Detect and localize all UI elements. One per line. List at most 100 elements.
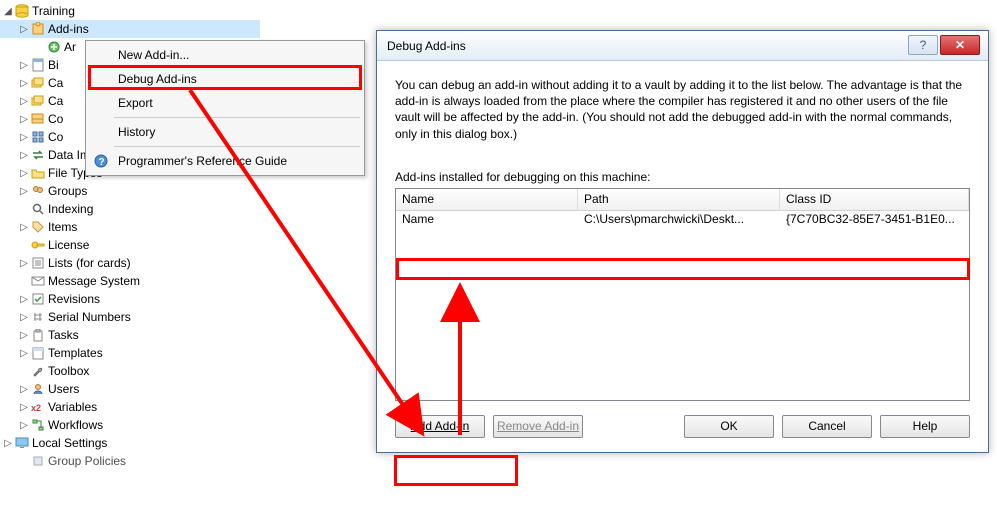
expand-icon[interactable]: ▷ bbox=[18, 222, 30, 233]
tree-item-groups[interactable]: ▷ Groups bbox=[0, 182, 260, 200]
menu-separator bbox=[114, 117, 360, 118]
list-label: Add-ins installed for debugging on this … bbox=[395, 170, 970, 184]
policy-icon bbox=[30, 453, 46, 469]
addins-context-menu: New Add-in... Debug Add-ins Export Histo… bbox=[85, 40, 365, 176]
expand-icon[interactable]: ▷ bbox=[18, 402, 30, 413]
tree-label: Workflows bbox=[48, 418, 103, 432]
tree-item-templates[interactable]: ▷ Templates bbox=[0, 344, 260, 362]
tree-root-training[interactable]: ◢ Training bbox=[0, 2, 260, 20]
tree-item-lists[interactable]: ▷ Lists (for cards) bbox=[0, 254, 260, 272]
ok-button[interactable]: OK bbox=[684, 415, 774, 438]
tree-label: Revisions bbox=[48, 292, 100, 306]
titlebar-close-button[interactable]: ✕ bbox=[940, 35, 980, 55]
tree-label: Toolbox bbox=[48, 364, 89, 378]
menu-debug-addins[interactable]: Debug Add-ins bbox=[86, 67, 364, 91]
listview-row[interactable]: Name C:\Users\pmarchwicki\Deskt... {7C70… bbox=[396, 211, 969, 229]
question-icon: ? bbox=[920, 38, 927, 52]
cards-icon bbox=[30, 75, 46, 91]
expand-icon[interactable]: ▷ bbox=[18, 258, 30, 269]
tree-item-tasks[interactable]: ▷ Tasks bbox=[0, 326, 260, 344]
tree-item-revisions[interactable]: ▷ Revisions bbox=[0, 290, 260, 308]
plus-icon bbox=[46, 39, 62, 55]
col-path[interactable]: Path bbox=[578, 189, 780, 210]
search-icon bbox=[30, 201, 46, 217]
expand-icon[interactable]: ▷ bbox=[18, 348, 30, 359]
expand-icon[interactable]: ▷ bbox=[18, 132, 30, 143]
tree-label: Add-ins bbox=[48, 22, 89, 36]
tree-label: Groups bbox=[48, 184, 87, 198]
variable-icon: x2 bbox=[30, 399, 46, 415]
tree-item-serial[interactable]: ▷Serial Numbers bbox=[0, 308, 260, 326]
cell-name: Name bbox=[396, 211, 578, 229]
addins-listview[interactable]: Name Path Class ID Name C:\Users\pmarchw… bbox=[395, 188, 970, 401]
dialog-titlebar[interactable]: Debug Add-ins ? ✕ bbox=[377, 31, 988, 61]
list-icon bbox=[30, 255, 46, 271]
tree-item-toolbox[interactable]: Toolbox bbox=[0, 362, 260, 380]
user-icon bbox=[30, 381, 46, 397]
users-icon bbox=[30, 183, 46, 199]
menu-label: History bbox=[112, 125, 155, 139]
titlebar-help-button[interactable]: ? bbox=[908, 35, 938, 55]
help-button[interactable]: Help bbox=[880, 415, 970, 438]
tree-label: Items bbox=[48, 220, 77, 234]
expand-icon[interactable]: ▷ bbox=[18, 60, 30, 71]
add-addin-button[interactable]: Add Add-in bbox=[395, 415, 485, 438]
annotation-highlight bbox=[394, 455, 518, 486]
tree-item-license[interactable]: License bbox=[0, 236, 260, 254]
tree-item-addins[interactable]: ▷ Add-ins bbox=[0, 20, 260, 38]
tree-local-settings[interactable]: ▷Local Settings bbox=[0, 434, 260, 452]
tree-label: Variables bbox=[48, 400, 97, 414]
tree-label: Co bbox=[48, 112, 63, 126]
grid-icon bbox=[30, 129, 46, 145]
expand-icon[interactable]: ▷ bbox=[18, 312, 30, 323]
tree-label: License bbox=[48, 238, 89, 252]
menu-new-addin[interactable]: New Add-in... bbox=[86, 43, 364, 67]
cancel-button[interactable]: Cancel bbox=[782, 415, 872, 438]
cell-class: {7C70BC32-85E7-3451-B1E0... bbox=[780, 211, 969, 229]
expand-icon[interactable]: ▷ bbox=[18, 96, 30, 107]
expand-icon[interactable]: ▷ bbox=[2, 438, 14, 449]
mail-icon bbox=[30, 273, 46, 289]
menu-programmers-guide[interactable]: ?Programmer's Reference Guide bbox=[86, 149, 364, 173]
col-class[interactable]: Class ID bbox=[780, 189, 969, 210]
tree-group-policies[interactable]: Group Policies bbox=[0, 452, 260, 470]
dialog-button-row: Add Add-in Remove Add-in OK Cancel Help bbox=[377, 415, 988, 452]
debug-addins-dialog: Debug Add-ins ? ✕ You can debug an add-i… bbox=[376, 30, 989, 453]
expand-icon[interactable]: ▷ bbox=[18, 24, 30, 35]
check-icon bbox=[30, 291, 46, 307]
tree-item-indexing[interactable]: Indexing bbox=[0, 200, 260, 218]
expand-icon[interactable]: ▷ bbox=[18, 168, 30, 179]
menu-export[interactable]: Export bbox=[86, 91, 364, 115]
collapse-icon[interactable]: ◢ bbox=[2, 6, 14, 17]
expand-icon[interactable]: ▷ bbox=[18, 114, 30, 125]
expand-icon[interactable]: ▷ bbox=[18, 186, 30, 197]
tree-item-variables[interactable]: ▷x2 Variables bbox=[0, 398, 260, 416]
tree-item-message[interactable]: Message System bbox=[0, 272, 260, 290]
svg-text:x2: x2 bbox=[31, 403, 41, 412]
tree-label: Message System bbox=[48, 274, 140, 288]
expand-icon[interactable]: ▷ bbox=[18, 294, 30, 305]
transfer-icon bbox=[30, 147, 46, 163]
remove-addin-button[interactable]: Remove Add-in bbox=[493, 415, 583, 438]
tree-item-users[interactable]: ▷Users bbox=[0, 380, 260, 398]
expand-icon[interactable]: ▷ bbox=[18, 330, 30, 341]
menu-separator bbox=[114, 146, 360, 147]
folder-icon bbox=[30, 165, 46, 181]
expand-icon[interactable]: ▷ bbox=[18, 420, 30, 431]
tree-label: Ar bbox=[64, 40, 76, 54]
template-icon bbox=[30, 345, 46, 361]
tree-label: Templates bbox=[48, 346, 103, 360]
expand-icon[interactable]: ▷ bbox=[18, 150, 30, 161]
tree-item-items[interactable]: ▷ Items bbox=[0, 218, 260, 236]
tag-icon bbox=[30, 219, 46, 235]
col-name[interactable]: Name bbox=[396, 189, 578, 210]
expand-icon[interactable]: ▷ bbox=[18, 78, 30, 89]
menu-history[interactable]: History bbox=[86, 120, 364, 144]
dialog-info-text: You can debug an add-in without adding i… bbox=[395, 77, 970, 142]
tree-item-workflows[interactable]: ▷ Workflows bbox=[0, 416, 260, 434]
tree-root-label: Training bbox=[32, 4, 75, 18]
tree-label: Ca bbox=[48, 76, 63, 90]
expand-icon[interactable]: ▷ bbox=[18, 384, 30, 395]
tree-label: Tasks bbox=[48, 328, 79, 342]
tree-label: Lists (for cards) bbox=[48, 256, 131, 270]
